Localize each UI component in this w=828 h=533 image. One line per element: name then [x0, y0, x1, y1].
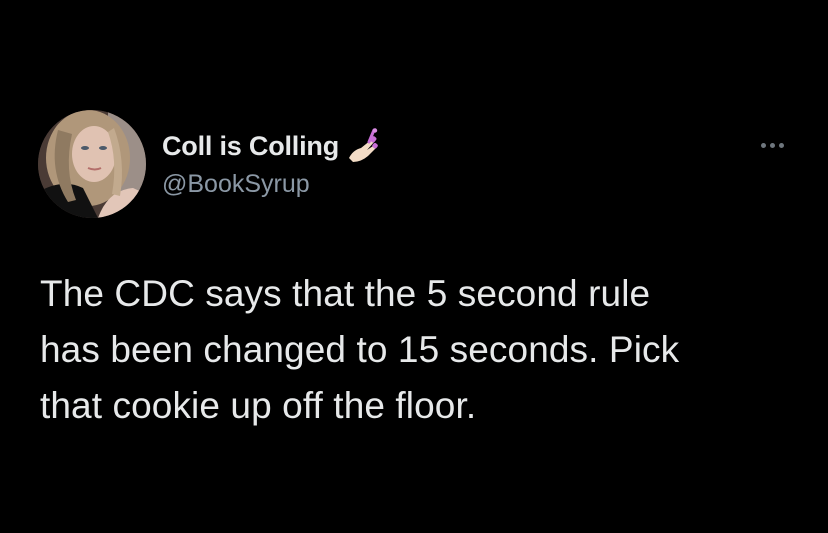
tweet-text: The CDC says that the 5 second rule has …	[40, 266, 800, 434]
nail-polish-emoji-icon	[349, 128, 378, 162]
author-name-row: Coll is Colling	[162, 128, 381, 164]
tweet-text-line: The CDC says that the 5 second rule	[40, 273, 651, 314]
avatar-photo	[38, 110, 146, 218]
more-options-button[interactable]	[752, 132, 792, 158]
more-options-icon-dot	[769, 142, 775, 148]
tweet-text-line: that cookie up off the floor.	[40, 385, 477, 426]
more-options-icon-dot	[778, 142, 784, 148]
tweet-text-line: has been changed to 15 seconds. Pick	[40, 329, 680, 370]
author-display-name[interactable]: Coll is Colling	[162, 131, 339, 162]
more-options-icon	[760, 142, 766, 148]
avatar[interactable]	[38, 110, 146, 218]
tweet-card: Coll is Colling @BookSyrup The CDC says …	[0, 0, 828, 533]
author-handle[interactable]: @BookSyrup	[162, 170, 310, 199]
